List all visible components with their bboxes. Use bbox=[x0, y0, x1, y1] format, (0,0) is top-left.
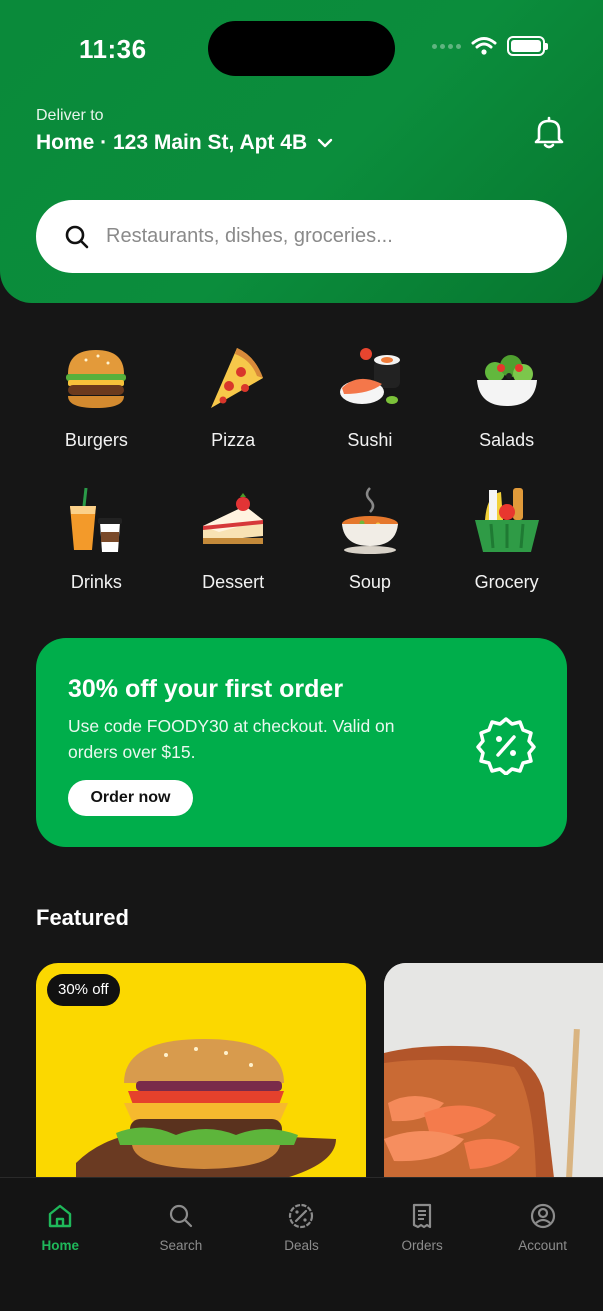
discount-badge: 30% off bbox=[47, 974, 120, 1006]
address-text: Home · 123 Main St, Apt 4B bbox=[36, 131, 308, 154]
nav-label: Account bbox=[518, 1238, 568, 1253]
nav-search[interactable]: Search bbox=[121, 1178, 242, 1311]
sushi-icon bbox=[339, 348, 400, 404]
nav-account[interactable]: Account bbox=[482, 1178, 603, 1311]
nav-orders[interactable]: Orders bbox=[362, 1178, 483, 1311]
category-sushi[interactable]: Sushi bbox=[302, 338, 439, 460]
dynamic-island bbox=[208, 21, 395, 76]
promo-banner[interactable]: 30% off your first order Use code FOODY3… bbox=[36, 638, 567, 847]
category-grid: Burgers Pizza Sushi Salads Drinks Desser… bbox=[28, 338, 575, 602]
drink-icon bbox=[70, 487, 123, 552]
category-label: Dessert bbox=[202, 572, 265, 592]
featured-card-sushi[interactable] bbox=[384, 963, 603, 1178]
category-salads[interactable]: Salads bbox=[438, 338, 575, 460]
search-icon bbox=[169, 1204, 192, 1228]
category-label: Pizza bbox=[211, 430, 256, 450]
nav-label: Search bbox=[159, 1238, 203, 1253]
nav-label: Orders bbox=[401, 1238, 443, 1253]
home-icon bbox=[49, 1204, 72, 1228]
category-drinks[interactable]: Drinks bbox=[28, 480, 165, 602]
search-input[interactable]: Restaurants, dishes, groceries... bbox=[106, 225, 393, 248]
category-label: Burgers bbox=[64, 430, 128, 450]
nav-home[interactable]: Home bbox=[0, 1178, 121, 1311]
status-time: 11:36 bbox=[79, 34, 147, 64]
signal-icon bbox=[432, 43, 461, 49]
sushi-photo bbox=[384, 963, 603, 1178]
category-label: Soup bbox=[348, 572, 391, 592]
receipt-icon bbox=[412, 1203, 432, 1229]
nav-deals[interactable]: Deals bbox=[241, 1178, 362, 1311]
status-icons bbox=[432, 36, 548, 56]
deals-icon bbox=[289, 1203, 314, 1229]
featured-card-burger[interactable]: 30% off bbox=[36, 963, 366, 1178]
category-dessert[interactable]: Dessert bbox=[165, 480, 302, 602]
category-burgers[interactable]: Burgers bbox=[28, 338, 165, 460]
order-now-button[interactable]: Order now bbox=[68, 780, 193, 816]
soup-icon bbox=[341, 487, 398, 554]
nav-label: Deals bbox=[284, 1238, 319, 1253]
category-label: Salads bbox=[479, 430, 535, 450]
category-soup[interactable]: Soup bbox=[302, 480, 439, 602]
discount-badge-icon bbox=[476, 717, 536, 775]
category-label: Grocery bbox=[474, 572, 539, 592]
promo-title: 30% off your first order bbox=[68, 675, 344, 703]
account-icon bbox=[530, 1203, 555, 1229]
deliver-label: Deliver to bbox=[36, 107, 104, 124]
category-pizza[interactable]: Pizza bbox=[165, 338, 302, 460]
cake-icon bbox=[203, 493, 264, 544]
search-bar[interactable]: Restaurants, dishes, groceries... bbox=[36, 200, 567, 273]
bell-icon[interactable] bbox=[530, 113, 568, 151]
category-grocery[interactable]: Grocery bbox=[438, 480, 575, 602]
nav-label: Home bbox=[41, 1238, 80, 1253]
pizza-icon bbox=[211, 348, 264, 408]
salad-icon bbox=[476, 355, 537, 406]
wifi-icon bbox=[471, 37, 497, 55]
chevron-down-icon bbox=[317, 138, 333, 148]
bottom-navigation: Home Search Deals Orders Account bbox=[0, 1177, 603, 1311]
grocery-basket-icon bbox=[474, 488, 539, 552]
burger-icon bbox=[66, 350, 127, 408]
battery-icon bbox=[507, 36, 548, 56]
category-label: Drinks bbox=[70, 572, 122, 592]
search-icon bbox=[65, 225, 89, 248]
featured-heading: Featured bbox=[36, 905, 129, 930]
address-selector[interactable]: Home · 123 Main St, Apt 4B bbox=[36, 131, 333, 155]
header: 11:36 Deliver to Home · 123 Main St, Apt… bbox=[0, 0, 603, 303]
category-label: Sushi bbox=[347, 430, 393, 450]
promo-text: Use code FOODY30 at checkout. Valid on o… bbox=[68, 716, 395, 762]
